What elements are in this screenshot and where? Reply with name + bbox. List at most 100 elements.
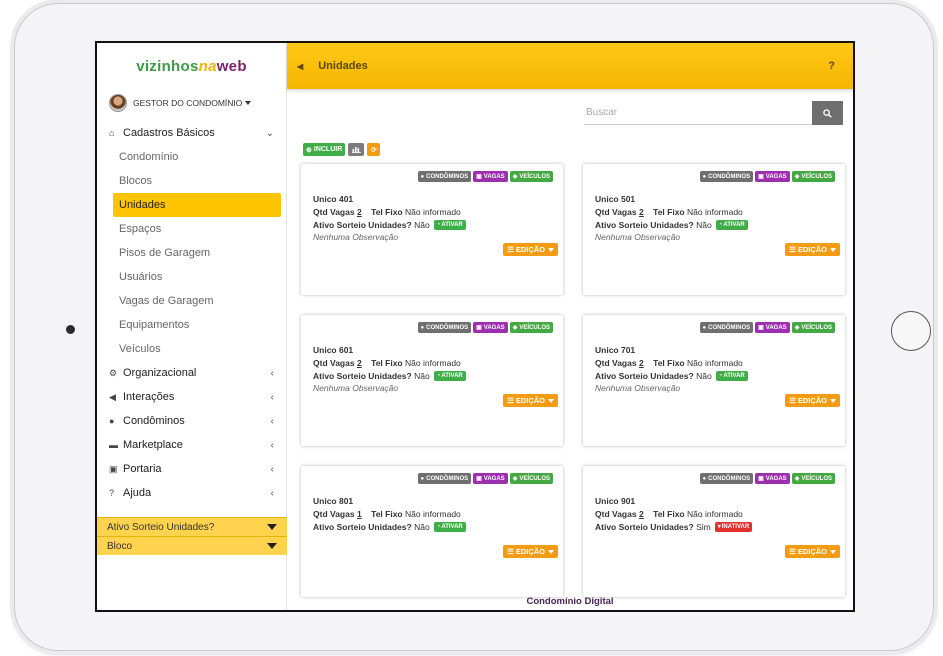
unit-sorteio: Não <box>414 370 430 381</box>
veiculos-badge[interactable]: ◆ VEÍCULOS <box>791 473 835 484</box>
caret-down-icon <box>548 398 554 403</box>
veiculos-badge[interactable]: ◆ VEÍCULOS <box>509 322 553 333</box>
chevron-left-icon: ‹ <box>270 367 274 379</box>
unit-name: Unico 801 <box>313 496 354 506</box>
menu-group-3[interactable]: ▬ Marketplace ‹ <box>97 433 286 457</box>
search-input[interactable] <box>584 101 812 125</box>
unit-sorteio: Não <box>696 370 712 381</box>
unit-observation: Nenhuma Observação <box>595 383 681 394</box>
question-icon: ? <box>109 488 115 498</box>
page-title: Unidades <box>318 60 368 72</box>
edit-button[interactable]: ☰ EDIÇÃO <box>785 394 840 407</box>
condominos-badge[interactable]: ● CONDÔMINOS <box>699 171 754 182</box>
search-bar <box>584 101 843 125</box>
status-toggle-button[interactable]: ▾INATIVAR <box>714 522 753 533</box>
unit-name: Unico 601 <box>313 345 354 355</box>
veiculos-badge[interactable]: ◆ VEÍCULOS <box>791 171 835 182</box>
veiculos-badge[interactable]: ◆ VEÍCULOS <box>509 473 553 484</box>
refresh-button[interactable]: ⟳ <box>367 143 381 156</box>
status-toggle-button[interactable]: ◔ATIVAR <box>433 220 466 231</box>
bullhorn-icon: ◀ <box>109 392 116 402</box>
user-icon: ● <box>702 475 707 482</box>
card-body: Unico 801 Qtd Vagas 1 Tel Fixo Não inform… <box>313 495 466 533</box>
unit-tel: Não informado <box>405 357 461 368</box>
veiculos-badge[interactable]: ◆ VEÍCULOS <box>509 171 553 182</box>
logo[interactable]: vizinhos na web <box>97 43 286 89</box>
menu-group-0[interactable]: ⚙ Organizacional ‹ <box>97 361 286 385</box>
status-toggle-button[interactable]: ◔ATIVAR <box>433 371 466 382</box>
unit-card: ● CONDÔMINOS ▣ VAGAS ◆ VEÍCULOS Unico 801 Qtd V… <box>301 466 563 597</box>
condominos-badge[interactable]: ● CONDÔMINOS <box>417 473 472 484</box>
sidebar-item-0[interactable]: Condomínio <box>97 145 286 169</box>
unit-vagas[interactable]: 2 <box>639 207 644 217</box>
status-toggle-button[interactable]: ◔ATIVAR <box>715 371 748 382</box>
toolbar: ⊕ INCLUIR ⟳ <box>303 143 381 156</box>
sidebar-item-4[interactable]: Pisos de Garagem <box>97 241 286 265</box>
car-icon: ◆ <box>512 174 518 180</box>
vagas-badge[interactable]: ▣ VAGAS <box>473 322 508 333</box>
parking-icon: ▣ <box>758 325 764 331</box>
sidebar-item-3[interactable]: Espaços <box>97 217 286 241</box>
sidebar-item-5[interactable]: Usuários <box>97 265 286 289</box>
dropdown-arrow-icon <box>267 524 277 530</box>
sidebar-item-7[interactable]: Equipamentos <box>97 313 286 337</box>
main-content: ◀ Unidades ? ⊕INCLUIR ⟳ <box>287 43 853 610</box>
sidebar-item-8[interactable]: Veículos <box>97 337 286 361</box>
menu-group-1[interactable]: ◀ Interações ‹ <box>97 385 286 409</box>
unit-tel: Não informado <box>687 357 743 368</box>
filter-bloco[interactable]: Bloco <box>97 536 287 555</box>
car-icon: ◆ <box>794 325 800 331</box>
unit-vagas[interactable]: 2 <box>357 358 362 368</box>
unit-vagas[interactable]: 2 <box>357 207 362 217</box>
vagas-badge[interactable]: ▣ VAGAS <box>473 473 508 484</box>
edit-button[interactable]: ☰ EDIÇÃO <box>785 243 840 256</box>
cadastros-submenu: Condomínio Blocos Unidades Espaços Pisos de … <box>97 145 286 361</box>
edit-button[interactable]: ☰ EDIÇÃO <box>503 545 558 558</box>
help-button[interactable]: ? <box>828 60 835 72</box>
unit-name: Unico 401 <box>313 194 354 204</box>
unit-vagas[interactable]: 2 <box>639 358 644 368</box>
vagas-badge[interactable]: ▣ VAGAS <box>473 171 508 182</box>
edit-button[interactable]: ☰ EDIÇÃO <box>503 243 558 256</box>
condominos-badge[interactable]: ● CONDÔMINOS <box>417 171 472 182</box>
edit-button[interactable]: ☰ EDIÇÃO <box>785 545 840 558</box>
user-menu[interactable]: GESTOR DO CONDOMÍNIO <box>97 89 286 117</box>
menu-group-5[interactable]: ? Ajuda ‹ <box>97 481 286 505</box>
status-toggle-button[interactable]: ◔ATIVAR <box>715 220 748 231</box>
sidebar-item-2[interactable]: Unidades <box>113 193 281 217</box>
card-body: Unico 901 Qtd Vagas 2 Tel Fixo Não inform… <box>595 495 753 533</box>
car-icon: ◆ <box>512 325 518 331</box>
menu-group-4[interactable]: ▣ Portaria ‹ <box>97 457 286 481</box>
unit-card: ● CONDÔMINOS ▣ VAGAS ◆ VEÍCULOS Unico 601 Qtd V… <box>301 315 563 446</box>
vagas-badge[interactable]: ▣ VAGAS <box>755 171 790 182</box>
include-button[interactable]: ⊕ INCLUIR <box>303 143 346 156</box>
search-button[interactable] <box>812 101 843 125</box>
unit-vagas[interactable]: 2 <box>639 509 644 519</box>
card-badges: ● CONDÔMINOS ▣ VAGAS ◆ VEÍCULOS <box>417 322 553 333</box>
back-icon[interactable]: ◀ <box>297 62 303 71</box>
unit-observation: Nenhuma Observação <box>595 232 681 243</box>
vagas-badge[interactable]: ▣ VAGAS <box>755 322 790 333</box>
chevron-left-icon: ‹ <box>270 391 274 403</box>
filter-ativo-sorteio[interactable]: Ativo Sorteio Unidades? <box>97 517 287 536</box>
sidebar-item-1[interactable]: Blocos <box>97 169 286 193</box>
condominos-badge[interactable]: ● CONDÔMINOS <box>417 322 472 333</box>
unit-card: ● CONDÔMINOS ▣ VAGAS ◆ VEÍCULOS Unico 701 Qtd V… <box>583 315 845 446</box>
unit-vagas[interactable]: 1 <box>357 509 362 519</box>
units-grid: ● CONDÔMINOS ▣ VAGAS ◆ VEÍCULOS Unico 401 Qtd V… <box>301 164 845 597</box>
tablet-screen: vizinhos na web GESTOR DO CONDOMÍNIO ⌂ Cada… <box>95 41 855 612</box>
vagas-badge[interactable]: ▣ VAGAS <box>755 473 790 484</box>
condominos-badge[interactable]: ● CONDÔMINOS <box>699 473 754 484</box>
card-body: Unico 501 Qtd Vagas 2 Tel Fixo Não inform… <box>595 193 748 244</box>
menu-cadastros-basicos[interactable]: ⌂ Cadastros Básicos ⌄ <box>97 121 286 145</box>
condominos-badge[interactable]: ● CONDÔMINOS <box>699 322 754 333</box>
unit-tel: Não informado <box>687 206 743 217</box>
sidebar-item-6[interactable]: Vagas de Garagem <box>97 289 286 313</box>
veiculos-badge[interactable]: ◆ VEÍCULOS <box>791 322 835 333</box>
home-button[interactable] <box>891 311 931 351</box>
edit-button[interactable]: ☰ EDIÇÃO <box>503 394 558 407</box>
status-toggle-button[interactable]: ◔ATIVAR <box>433 522 466 533</box>
menu-group-2[interactable]: ● Condôminos ‹ <box>97 409 286 433</box>
chart-button[interactable] <box>348 143 365 156</box>
unit-observation: Nenhuma Observação <box>313 232 399 243</box>
